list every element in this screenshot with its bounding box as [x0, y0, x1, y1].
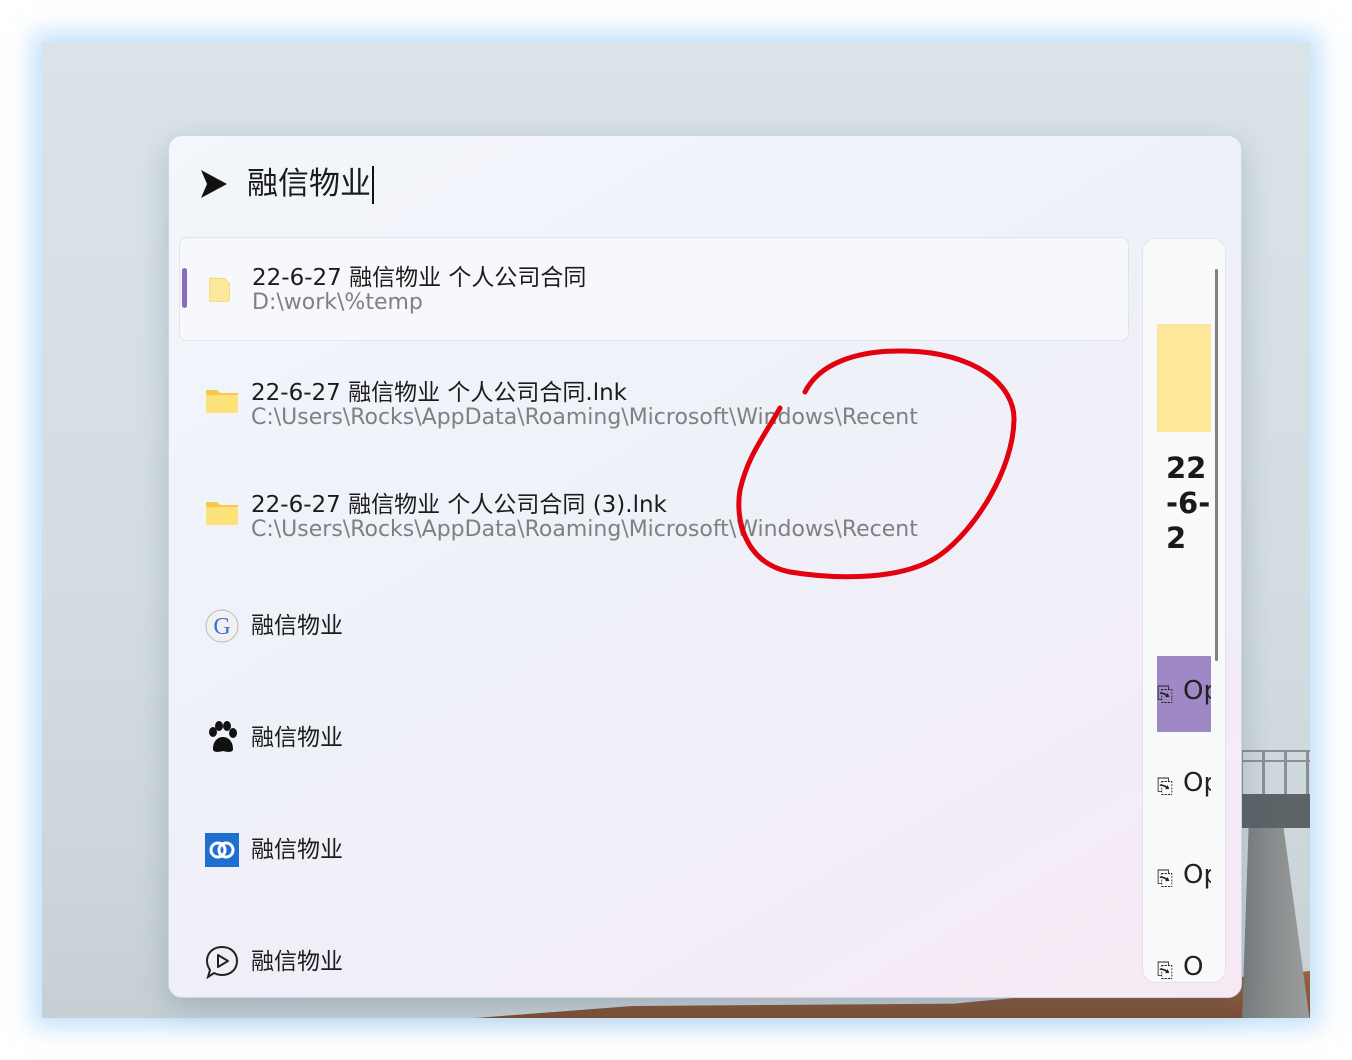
baidu-paw-icon [209, 721, 237, 752]
preview-action-button[interactable]: ⎘Op [1157, 748, 1211, 824]
preview-panel: 22-6-2 ⎘Op ⎘Op ⎘Op ⎘O [1142, 238, 1226, 983]
google-icon: G [205, 609, 239, 643]
wallpaper-pier [1232, 750, 1310, 828]
action-icon: ⎘ [1157, 774, 1173, 798]
result-item[interactable]: 22-6-27 融信物业 个人公司合同 D:\work\%temp [179, 237, 1129, 341]
result-title: 融信物业 [251, 837, 343, 863]
action-icon: ⎘ [1157, 866, 1173, 890]
wallpaper-tower [1242, 822, 1310, 1018]
result-title: 22-6-27 融信物业 个人公司合同 [252, 265, 587, 291]
text-caret [372, 166, 374, 205]
preview-action-button[interactable]: ⎘ O [1157, 932, 1211, 982]
action-icon: ⎘ [1157, 682, 1173, 706]
preview-action-button[interactable]: ⎘Op [1157, 656, 1211, 732]
preview-title: 22-6-2 [1166, 451, 1211, 555]
result-item[interactable]: 融信物业 [179, 801, 1129, 893]
result-path: C:\Users\Rocks\AppData\Roaming\Microsoft… [251, 405, 918, 430]
result-item[interactable]: G 融信物业 [179, 577, 1129, 669]
folder-icon [209, 277, 230, 302]
action-icon: ⎘ [1157, 958, 1173, 982]
result-title: 融信物业 [251, 725, 343, 751]
result-title: 融信物业 [251, 613, 343, 639]
folder-icon [206, 502, 238, 525]
result-path: C:\Users\Rocks\AppData\Roaming\Microsoft… [251, 517, 918, 542]
svg-text:G: G [213, 614, 230, 640]
result-item[interactable]: 融信物业 [179, 689, 1129, 781]
result-path: D:\work\%temp [252, 290, 423, 315]
launcher-window: 融信物业 22-6-27 融信物业 个人公司合同 D:\work\%temp 2… [168, 135, 1242, 998]
result-title: 融信物业 [251, 949, 343, 975]
result-item[interactable]: 22-6-27 融信物业 个人公司合同.lnk C:\Users\Rocks\A… [179, 353, 1129, 445]
play-chat-icon [205, 945, 239, 979]
result-title: 22-6-27 融信物业 个人公司合同.lnk [251, 380, 627, 406]
prompt-arrow-icon [201, 170, 227, 198]
result-title: 22-6-27 融信物业 个人公司合同 (3).lnk [251, 492, 667, 518]
blue-search-icon [205, 833, 239, 867]
result-item[interactable]: 融信物业 [179, 913, 1129, 997]
result-item[interactable]: 22-6-27 融信物业 个人公司合同 (3).lnk C:\Users\Roc… [179, 465, 1129, 557]
selection-indicator [182, 268, 187, 308]
search-input[interactable]: 融信物业 [247, 164, 374, 205]
search-bar[interactable]: 融信物业 [199, 164, 374, 205]
preview-folder-icon [1157, 324, 1211, 432]
folder-icon [206, 390, 238, 413]
results-list: 22-6-27 融信物业 个人公司合同 D:\work\%temp 22-6-2… [179, 237, 1129, 997]
preview-action-button[interactable]: ⎘Op [1157, 840, 1211, 916]
